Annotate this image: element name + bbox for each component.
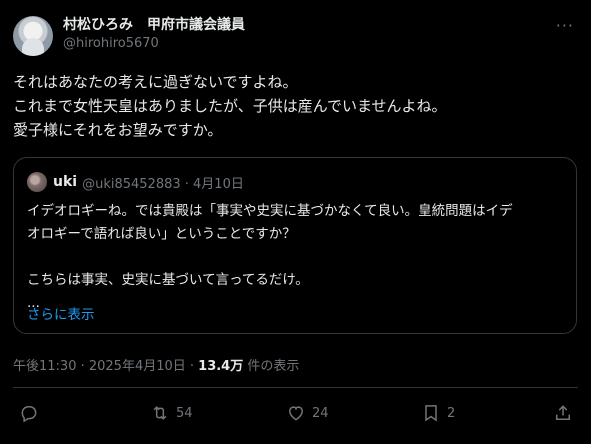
author-names: 村松ひろみ 甲府市議会議員 @hirohiro5670 <box>63 16 245 54</box>
views-count: 13.4万 <box>198 359 244 374</box>
post: 村松ひろみ 甲府市議会議員 @hirohiro5670 ··· それはあなたの考… <box>0 0 591 444</box>
post-meta: 午後11:30 · 2025年4月10日 · 13.4万 件の表示 <box>13 355 299 374</box>
like-button[interactable]: 24 <box>286 403 329 423</box>
quoted-text-line: オロギーで語れば良い」ということですか？ <box>27 226 296 242</box>
share-icon <box>556 405 570 420</box>
quoted-author-avatar <box>27 172 47 192</box>
repost-button[interactable]: 54 <box>150 403 193 423</box>
share-button[interactable] <box>553 403 573 423</box>
quoted-post-text: イデオロギーね。では貴殿は「事実や史実に基づかなくて良い。皇統問題はイデ オロギ… <box>27 200 567 315</box>
reply-icon <box>21 406 37 423</box>
quoted-post-header: uki @uki85452883 · 4月10日 <box>27 172 244 192</box>
repost-count: 54 <box>176 405 193 421</box>
post-timestamp[interactable]: 午後11:30 · 2025年4月10日 · <box>13 359 198 374</box>
like-icon <box>288 406 304 421</box>
quoted-text-line: ... <box>27 295 40 311</box>
bookmark-icon <box>425 405 437 422</box>
quoted-text-line: こちらは事実、史実に基づいて言ってるだけ。 <box>27 272 309 288</box>
action-bar: 54 24 2 <box>0 403 591 427</box>
quoted-author-meta: @uki85452883 · 4月10日 <box>82 176 244 192</box>
repost-icon <box>153 406 167 420</box>
bookmark-button[interactable]: 2 <box>421 403 455 423</box>
post-text: それはあなたの考えに過ぎないですよね。 これまで女性天皇はありましたが、子供は産… <box>13 70 578 142</box>
post-text-line: 愛子様にそれをお望みですか。 <box>13 121 223 139</box>
post-header: 村松ひろみ 甲府市議会議員 @hirohiro5670 ··· <box>13 14 578 60</box>
bookmark-count: 2 <box>447 405 456 421</box>
author-display-name[interactable]: 村松ひろみ 甲府市議会議員 <box>63 16 245 34</box>
quoted-text-line <box>27 246 567 269</box>
reply-button[interactable] <box>19 403 39 423</box>
quoted-post[interactable]: uki @uki85452883 · 4月10日 イデオロギーね。では貴殿は「事… <box>13 157 577 334</box>
divider <box>13 387 578 388</box>
like-count: 24 <box>312 405 329 421</box>
author-avatar[interactable] <box>13 16 53 56</box>
post-text-line: それはあなたの考えに過ぎないですよね。 <box>13 73 298 91</box>
author-handle[interactable]: @hirohiro5670 <box>63 34 245 54</box>
post-text-line: これまで女性天皇はありましたが、子供は産んでいませんよね。 <box>13 97 447 115</box>
more-icon[interactable]: ··· <box>556 16 574 35</box>
show-more-link[interactable]: さらに表示 <box>27 303 95 323</box>
quoted-author-name: uki <box>53 174 78 190</box>
views-label: 件の表示 <box>243 359 300 374</box>
quoted-text-line: イデオロギーね。では貴殿は「事実や史実に基づかなくて良い。皇統問題はイデ <box>27 203 513 219</box>
